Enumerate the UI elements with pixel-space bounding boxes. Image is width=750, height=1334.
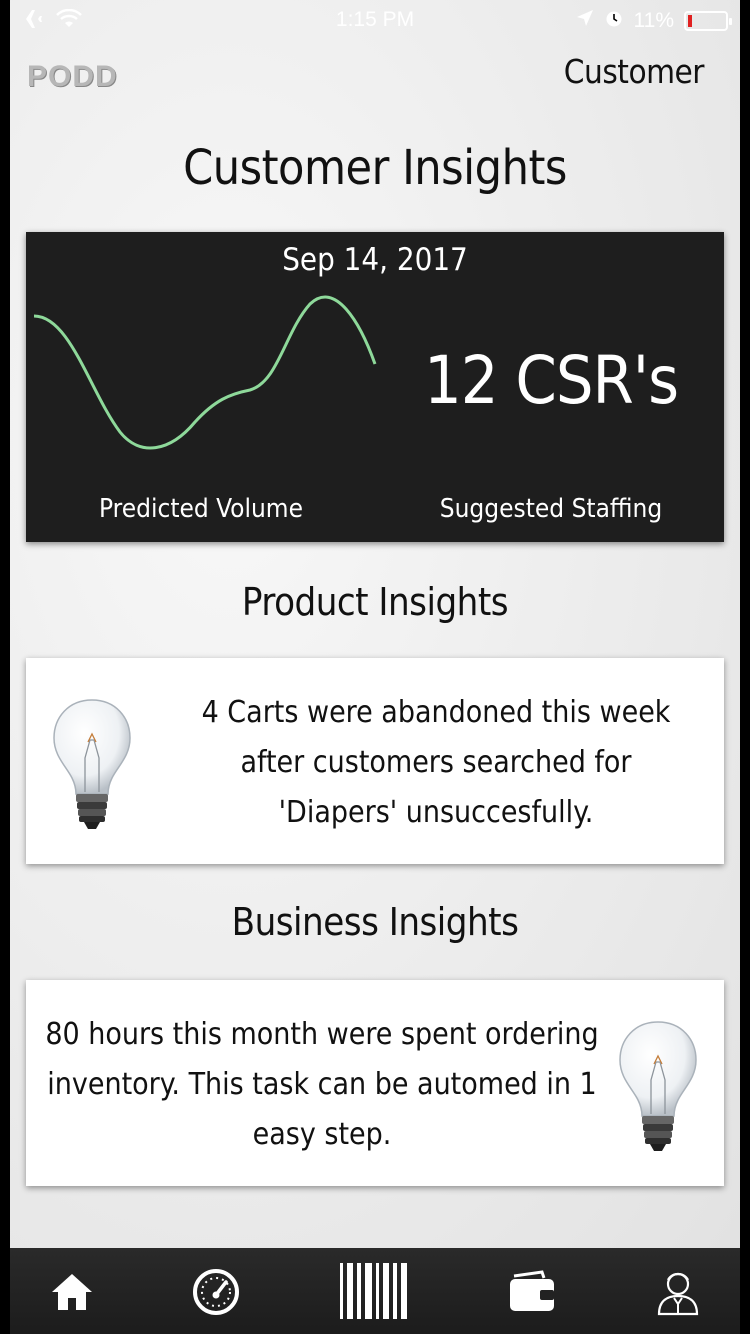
tab-dashboard[interactable] [186,1266,246,1318]
lightbulb-icon [53,699,131,829]
battery-icon [684,11,732,31]
predicted-volume-line [33,295,377,450]
business-insights-title: Business Insights [231,900,519,944]
app-screen: 1:15 PM 11% PODD Customer Customer Insig… [10,0,740,1248]
lightbulb-icon [619,1021,697,1151]
tab-home[interactable] [42,1266,102,1318]
tab-bar [10,1248,740,1334]
screen-edge-left [0,0,10,1334]
customer-insights-card[interactable]: Sep 14, 2017 12 CSR's Predicted Volume S… [26,232,724,542]
suggested-staffing-label: Suggested Staffing [439,494,663,524]
insight-date: Sep 14, 2017 [282,242,468,278]
product-insight-text: 4 Carts were abandoned this week after c… [201,695,671,830]
location-icon [576,9,594,33]
alarm-icon [604,8,624,34]
app-logo[interactable]: PODD [27,60,118,94]
predicted-volume-chart [33,295,377,450]
business-insight-card[interactable]: 80 hours this month were spent ordering … [26,980,724,1186]
product-insights-title: Product Insights [241,580,509,624]
product-insight-card[interactable]: 4 Carts were abandoned this week after c… [26,658,724,864]
user-icon [657,1272,699,1316]
home-icon [52,1274,92,1310]
wallet-icon [510,1270,554,1311]
predicted-volume-label: Predicted Volume [99,494,303,524]
suggested-staffing-value: 12 CSR's [423,342,679,419]
tab-wallet[interactable] [502,1266,562,1318]
barcode-icon [340,1263,407,1319]
page-title: Customer Insights [183,140,567,196]
tab-scan[interactable] [334,1260,414,1322]
battery-percent: 11% [633,9,674,32]
screen-edge-right [740,0,750,1334]
business-insight-text: 80 hours this month were spent ordering … [45,1017,599,1152]
battery-level [688,15,692,27]
status-bar: 1:15 PM 11% [10,0,740,40]
tab-profile[interactable] [648,1266,708,1318]
customer-nav-link[interactable]: Customer [564,52,705,91]
speedometer-icon [193,1269,239,1315]
